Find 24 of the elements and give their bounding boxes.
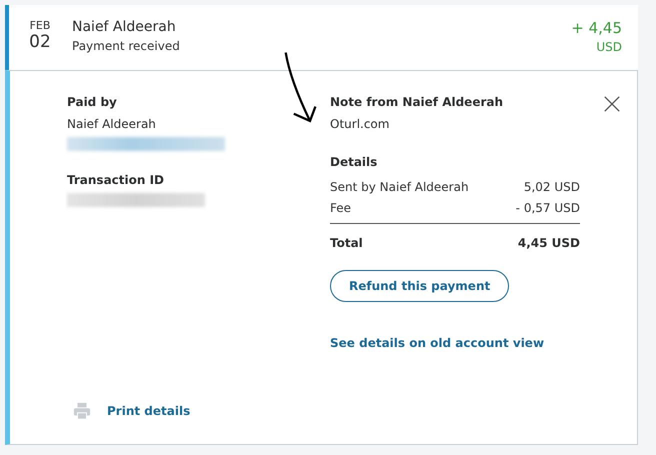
date-day: 02 (29, 32, 51, 52)
detail-value: 5,02 USD (524, 180, 580, 194)
section-heading: Note from Naief Aldeerah (330, 95, 504, 109)
payer-name: Naief Aldeerah (67, 117, 157, 131)
refund-button[interactable]: Refund this payment (330, 270, 510, 302)
print-link[interactable]: Print details (107, 404, 190, 418)
payment-status: Payment received (72, 39, 181, 53)
old-view-link[interactable]: See details on old account view (330, 336, 580, 350)
currency: USD (596, 40, 622, 54)
date-month: FEB (30, 19, 50, 32)
total-value: 4,45 USD (518, 236, 580, 250)
detail-value: - 0,57 USD (516, 201, 580, 215)
total-label: Total (330, 236, 363, 250)
note-text: Oturl.com (330, 117, 390, 131)
section-heading: Transaction ID (67, 173, 166, 187)
close-icon[interactable] (603, 95, 621, 113)
payer-name: Naief Aldeerah (72, 19, 177, 35)
printer-icon (73, 402, 91, 420)
detail-label: Fee (330, 201, 352, 215)
section-heading: Paid by (67, 95, 118, 109)
detail-label: Sent by Naief Aldeerah (330, 180, 469, 194)
amount: + 4,45 (571, 19, 622, 37)
section-heading: Details (330, 155, 378, 169)
transaction-header[interactable]: FEB 02 Naief Aldeerah Payment received + 4,45 USD (5, 5, 638, 70)
